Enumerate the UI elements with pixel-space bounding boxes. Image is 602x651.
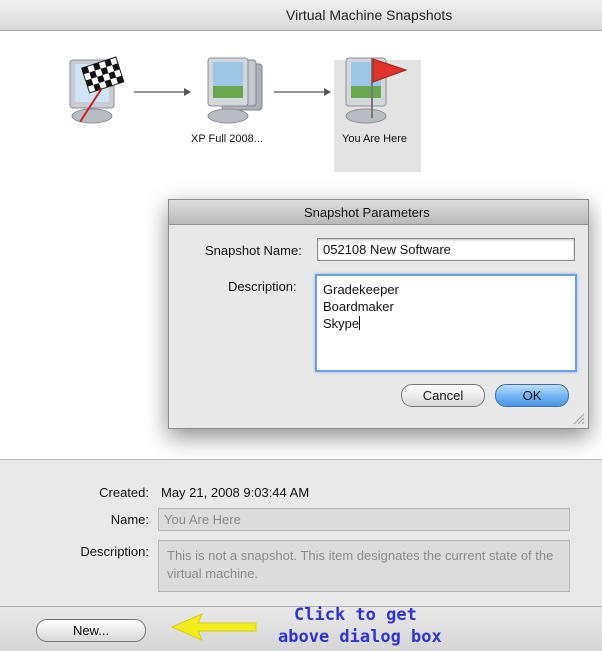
description-textarea[interactable]: Gradekeeper Boardmaker Skype bbox=[315, 274, 577, 372]
cancel-button[interactable]: Cancel bbox=[401, 384, 485, 407]
dialog-title: Snapshot Parameters bbox=[304, 205, 430, 220]
new-snapshot-button[interactable]: New... bbox=[36, 619, 146, 642]
window-title: Virtual Machine Snapshots bbox=[286, 7, 453, 23]
dialog-titlebar: Snapshot Parameters bbox=[169, 200, 588, 225]
window-titlebar: Virtual Machine Snapshots bbox=[0, 0, 602, 31]
snapshot-node-label: You Are Here bbox=[342, 133, 408, 145]
snapshot-node-root[interactable] bbox=[62, 50, 132, 130]
snapshot-info-panel: Created: May 21, 2008 9:03:44 AM Name: Y… bbox=[0, 459, 602, 607]
annotation-line-1: Click to get bbox=[294, 605, 417, 625]
red-flag-icon bbox=[345, 57, 408, 124]
tree-arrow-1 bbox=[134, 88, 191, 96]
created-value: May 21, 2008 9:03:44 AM bbox=[161, 485, 310, 500]
tree-arrow-2 bbox=[274, 88, 331, 96]
resize-grip-icon[interactable] bbox=[571, 411, 585, 425]
created-label: Created: bbox=[99, 485, 149, 500]
description-field: This is not a snapshot. This item design… bbox=[158, 540, 570, 592]
snapshot-node-you-are-here[interactable] bbox=[342, 52, 412, 132]
annotation-line-2: above dialog box bbox=[278, 627, 442, 647]
description-line: Boardmaker bbox=[323, 299, 394, 314]
text-caret bbox=[359, 316, 361, 330]
name-label: Name: bbox=[110, 512, 149, 527]
snapshot-name-label: Snapshot Name: bbox=[205, 243, 302, 258]
checkered-flag-icon bbox=[69, 56, 125, 124]
yellow-arrow-icon bbox=[170, 613, 257, 641]
snapshot-stack-icon bbox=[207, 57, 263, 124]
snapshot-node-xp-full[interactable] bbox=[198, 52, 268, 132]
description-line: Gradekeeper bbox=[323, 282, 399, 297]
snapshot-tree: XP Full 2008... You Are Here bbox=[0, 30, 602, 172]
ok-button[interactable]: OK bbox=[495, 384, 569, 407]
name-field: You Are Here bbox=[158, 508, 570, 531]
description-label: Description: bbox=[80, 544, 149, 559]
description-label: Description: bbox=[228, 279, 297, 294]
snapshot-node-label: XP Full 2008... bbox=[191, 133, 263, 145]
snapshot-name-field[interactable]: 052108 New Software bbox=[317, 238, 575, 261]
description-line: Skype bbox=[323, 316, 360, 331]
snapshot-parameters-dialog: Snapshot Parameters Snapshot Name: 05210… bbox=[168, 199, 589, 429]
